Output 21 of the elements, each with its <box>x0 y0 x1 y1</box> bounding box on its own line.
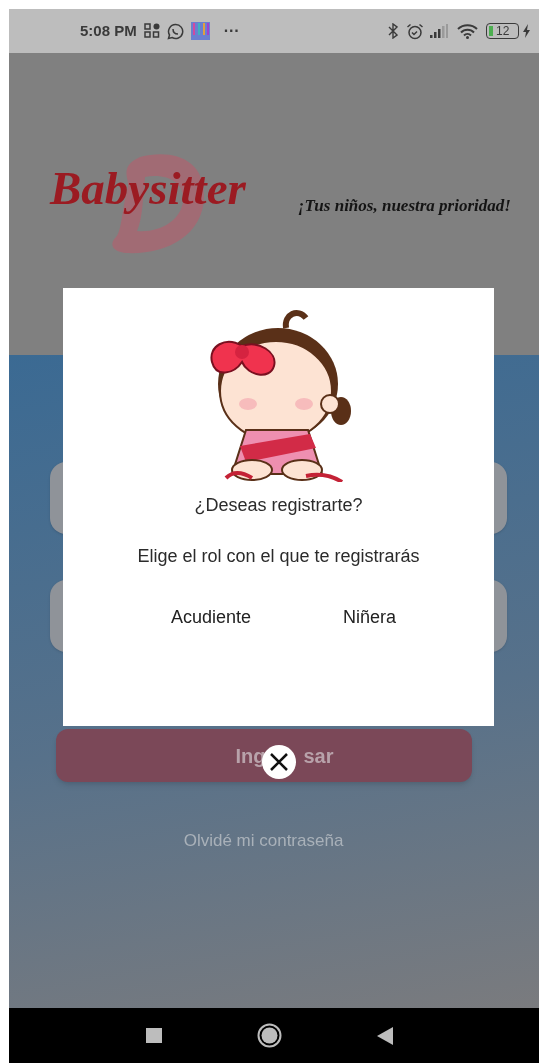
role-option[interactable]: Niñera <box>343 604 397 631</box>
dialog-title: ¿Deseas registrarte? <box>194 494 363 517</box>
wifi-icon <box>457 23 478 39</box>
close-icon <box>270 753 288 771</box>
back-icon[interactable] <box>376 1026 393 1045</box>
dialog-message: Elige el rol con el que te registrarás <box>137 545 420 568</box>
recent-apps-icon[interactable] <box>145 1028 162 1043</box>
home-icon[interactable] <box>256 1023 282 1048</box>
signal-icon <box>430 24 448 38</box>
bluetooth-icon <box>388 23 398 39</box>
clock-time: 5:08 PM <box>80 20 137 41</box>
more-notifications: ··· <box>223 23 240 39</box>
apps-icon <box>143 23 160 39</box>
battery-level: 12 <box>496 25 510 37</box>
chat-icon <box>166 22 184 40</box>
alarm-icon <box>406 22 424 40</box>
app-logo: Babysitter <box>50 165 246 212</box>
charging-icon <box>522 24 531 38</box>
app-icon <box>190 22 210 40</box>
tagline: ¡Tus niños, nuestra prioridad! <box>298 195 511 217</box>
role-option[interactable]: Acudiente <box>170 604 251 631</box>
